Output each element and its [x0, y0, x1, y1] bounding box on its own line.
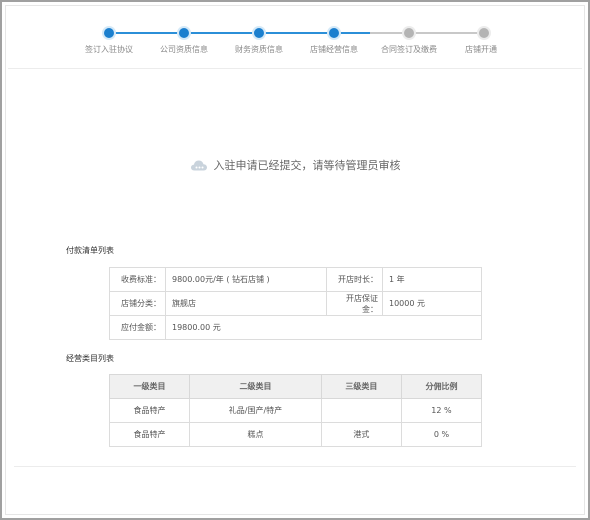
- total-label: 应付金额：: [109, 315, 166, 340]
- shop-category-label: 店铺分类：: [109, 291, 166, 316]
- table-row: 收费标准： 9800.00元/年 ( 钻石店铺 ) 开店时长： 1 年: [109, 267, 482, 292]
- column-header: 一级类目: [108, 374, 191, 399]
- bottom-divider: [14, 466, 576, 467]
- table-cell: 糕点: [189, 422, 322, 447]
- submission-message: 入驻申请已经提交，请等待管理员审核: [0, 157, 590, 175]
- payment-section-title: 付款清单列表: [66, 246, 114, 255]
- table-cell: 12 %: [400, 398, 483, 423]
- deposit-value: 10000 元: [382, 291, 482, 316]
- shop-category-value: 旗舰店: [165, 291, 327, 316]
- table-row: 店铺分类： 旗舰店 开店保证金： 10000 元: [109, 291, 482, 316]
- step-dot-1: [104, 28, 114, 38]
- step-dot-3: [254, 28, 264, 38]
- table-cell: 食品特产: [108, 422, 191, 447]
- category-section-title: 经营类目列表: [66, 354, 114, 363]
- step-label-6: 店铺开通: [465, 45, 497, 54]
- table-cell: 港式: [320, 422, 402, 447]
- column-header: 二级类目: [189, 374, 322, 399]
- table-header-row: 一级类目 二级类目 三级类目 分佣比例: [108, 374, 483, 399]
- fee-label: 收费标准：: [109, 267, 166, 292]
- table-row: 应付金额： 19800.00 元: [109, 315, 482, 340]
- table-cell: 礼品/国产/特产: [189, 398, 322, 423]
- table-cell: 0 %: [400, 422, 483, 447]
- header-divider: [8, 68, 582, 69]
- message-text: 入驻申请已经提交，请等待管理员审核: [213, 159, 401, 172]
- step-dot-6: [479, 28, 489, 38]
- fee-value: 9800.00元/年 ( 钻石店铺 ): [165, 267, 327, 292]
- column-header: 三级类目: [320, 374, 402, 399]
- step-dot-4: [329, 28, 339, 38]
- progress-stepper: 签订入驻协议 公司资质信息 财务资质信息 店铺经营信息 合同签订及缴费 店铺开通: [0, 0, 590, 70]
- payment-table: 收费标准： 9800.00元/年 ( 钻石店铺 ) 开店时长： 1 年 店铺分类…: [109, 267, 482, 340]
- stepper-track-todo: [370, 32, 482, 34]
- duration-label: 开店时长：: [326, 267, 383, 292]
- total-value: 19800.00 元: [165, 315, 482, 340]
- table-row: 食品特产 礼品/国产/特产 12 %: [108, 398, 483, 423]
- deposit-label: 开店保证金：: [326, 291, 383, 316]
- duration-value: 1 年: [382, 267, 482, 292]
- step-dot-2: [179, 28, 189, 38]
- cloud-icon: [190, 160, 207, 171]
- table-row: 食品特产 糕点 港式 0 %: [108, 422, 483, 447]
- column-header: 分佣比例: [400, 374, 483, 399]
- table-cell: 食品特产: [108, 398, 191, 423]
- category-table: 一级类目 二级类目 三级类目 分佣比例 食品特产 礼品/国产/特产 12 % 食…: [108, 374, 483, 447]
- step-dot-5: [404, 28, 414, 38]
- table-cell: [320, 398, 402, 423]
